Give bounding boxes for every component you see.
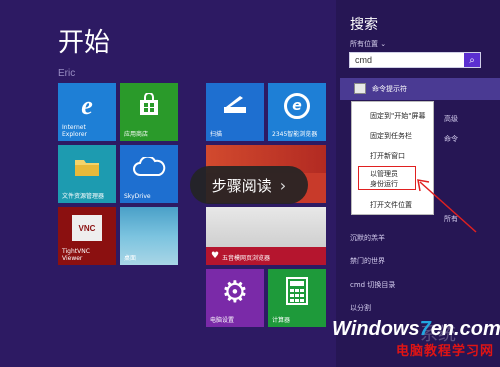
tile-skydrive[interactable]: SkyDrive [120, 145, 178, 203]
read-steps-label: 步骤阅读 [211, 176, 272, 195]
tile-wubi-browser[interactable]: ♥ 五音模网页浏览器 [206, 207, 326, 265]
watermark-logo: Windows7en.com [332, 318, 500, 340]
scanner-icon [222, 93, 248, 117]
tile-label: SkyDrive [124, 193, 151, 200]
chevron-down-icon: ⌄ [380, 40, 387, 48]
result-item[interactable]: 命令 [444, 134, 458, 144]
result-item[interactable]: cmd 切换目录 [350, 280, 395, 290]
tile-label: 桌面 [124, 255, 137, 262]
read-steps-button[interactable]: 步骤阅读 › [190, 166, 308, 204]
result-command-prompt[interactable]: 命令提示符 [340, 78, 500, 100]
user-name[interactable]: Eric [58, 68, 75, 79]
tile-tightvnc[interactable]: VNC TightVNC Viewer [58, 207, 116, 265]
search-box: ⌕ [349, 52, 481, 68]
heart-icon: ♥ [210, 251, 220, 261]
menu-pin-taskbar[interactable]: 固定到任务栏 [352, 131, 433, 141]
tile-pc-settings[interactable]: ⚙ 电脑设置 [206, 269, 264, 327]
tile-scan[interactable]: 扫描 [206, 83, 264, 141]
search-icon[interactable]: ⌕ [464, 53, 480, 67]
result-item[interactable]: 禁门的世界 [350, 256, 385, 266]
tile-internet-explorer[interactable]: e Internet Explorer [58, 83, 116, 141]
chevron-right-icon: › [279, 175, 287, 195]
search-scope-dropdown[interactable]: 所有位置 ⌄ [350, 39, 386, 49]
tile-label: 文件资源管理器 [62, 193, 105, 200]
internet-explorer-icon: e [81, 91, 93, 120]
tile-label: 2345智能浏览器 [272, 131, 318, 138]
start-title: 开始 [58, 28, 111, 58]
menu-pin-start[interactable]: 固定到"开始"屏幕 [352, 111, 433, 121]
browser-e-icon: e [284, 93, 310, 119]
tile-file-explorer[interactable]: 文件资源管理器 [58, 145, 116, 203]
search-input[interactable] [352, 54, 468, 66]
tile-label: 扫描 [210, 131, 223, 138]
tile-label: 计算器 [272, 317, 291, 324]
result-item[interactable]: 高级 [444, 114, 458, 124]
tile-label: Internet Explorer [62, 124, 87, 138]
arrow-icon [417, 179, 477, 233]
calculator-icon [286, 277, 308, 305]
tile-desktop[interactable]: 桌面 [120, 207, 178, 265]
tile-label: 电脑设置 [210, 317, 235, 324]
store-bag-icon [138, 93, 160, 117]
search-scope-label: 所有位置 [350, 40, 378, 48]
tile-calculator[interactable]: 计算器 [268, 269, 326, 327]
result-item[interactable]: 沉默的羔羊 [350, 233, 385, 243]
watermark-subtitle: 电脑教程学习网 [396, 344, 495, 359]
command-prompt-icon [354, 83, 366, 94]
tile-store[interactable]: 应用商店 [120, 83, 178, 141]
tightvnc-icon: VNC [72, 215, 102, 241]
cloud-icon [132, 157, 166, 177]
folder-icon [73, 155, 101, 179]
tile-label: 应用商店 [124, 131, 149, 138]
tile-2345-browser[interactable]: e 2345智能浏览器 [268, 83, 326, 141]
result-item[interactable]: 以分割 [350, 303, 371, 313]
gear-icon: ⚙ [221, 274, 249, 310]
menu-open-new-window[interactable]: 打开新窗口 [352, 151, 433, 161]
tile-label: 五音模网页浏览器 [222, 255, 271, 262]
search-title: 搜索 [350, 17, 378, 33]
result-label: 命令提示符 [372, 85, 407, 93]
highlight-box [358, 166, 416, 190]
tile-label: TightVNC Viewer [62, 248, 90, 262]
